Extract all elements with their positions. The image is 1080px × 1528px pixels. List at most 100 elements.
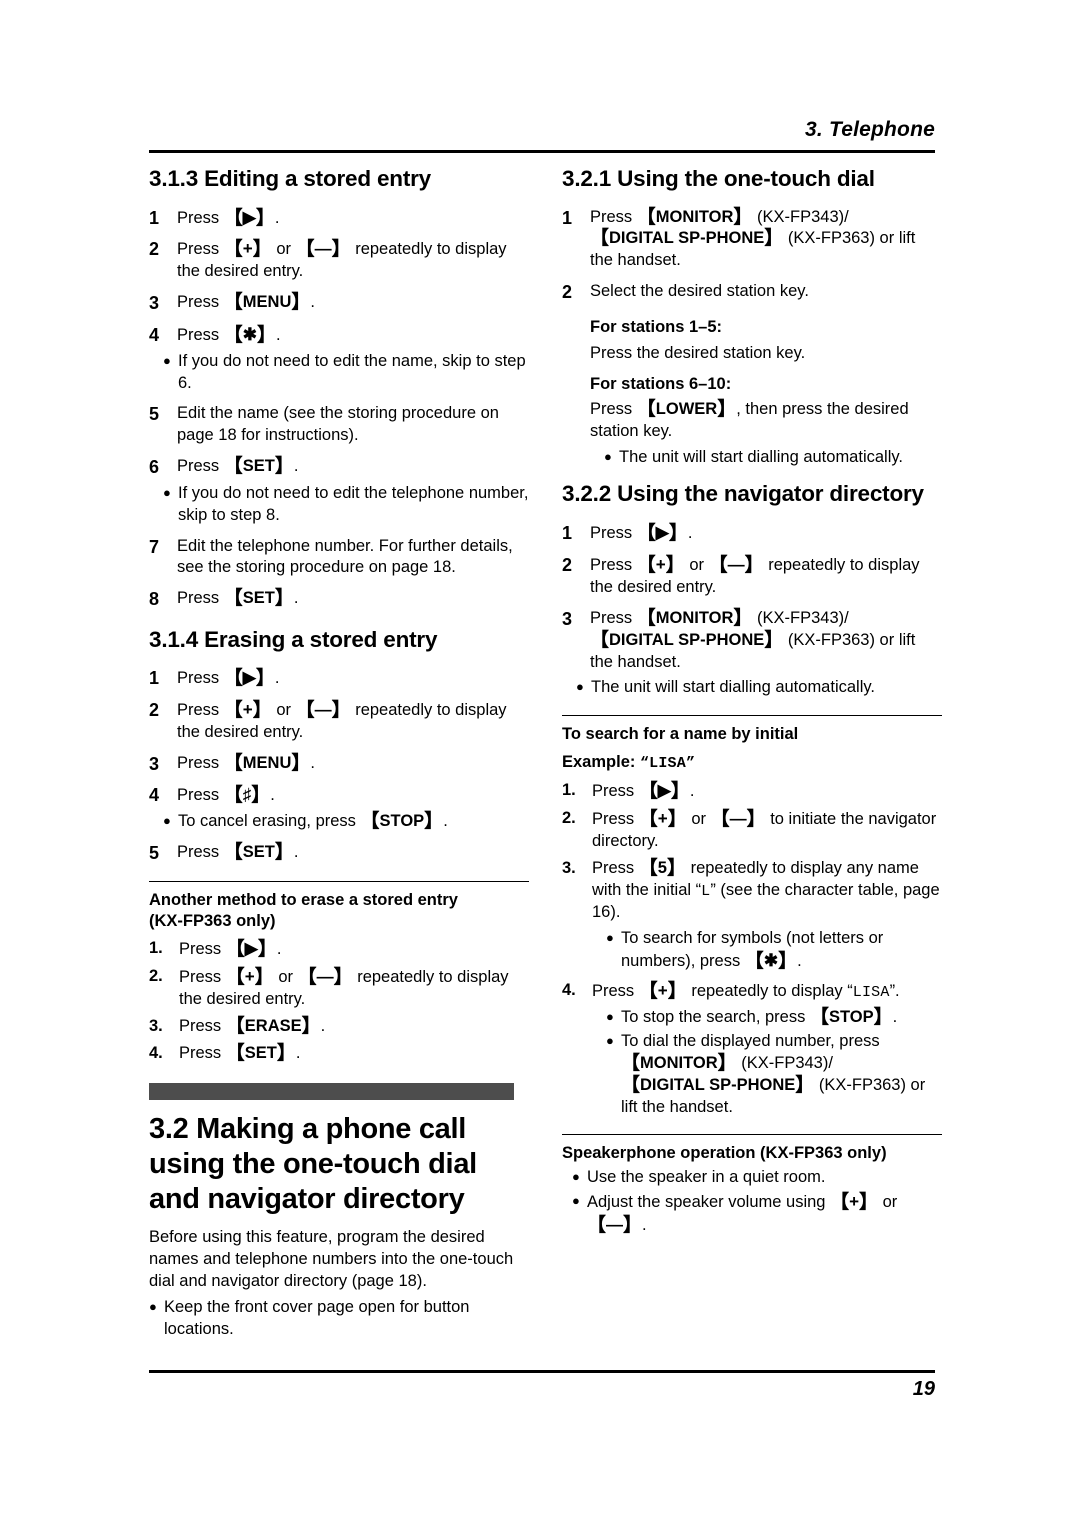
step-text: Press 【SET】. [177, 588, 299, 610]
step-number: 1 [149, 207, 160, 228]
note-example-search: Example: “LISA” [562, 752, 942, 774]
bullet-l313-4: ● If you do not need to edit the name, s… [163, 351, 529, 395]
step-text: Press 【5】 repeatedly to display any name… [592, 858, 940, 922]
step-number: 3 [149, 754, 160, 775]
step-l313-2: 2 Press 【+】 or 【—】 repeatedly to display… [149, 238, 529, 283]
step-number: 4. [562, 980, 576, 999]
bullet-dot: ● [604, 449, 612, 465]
step-r321-1: 1 Press 【MONITOR】 (KX-FP343)/【DIGITAL SP… [562, 207, 942, 273]
step-number: 8 [149, 589, 160, 610]
bullet-text: Use the speaker in a quiet room. [587, 1167, 826, 1186]
step-text: Press 【+】 or 【—】 repeatedly to display t… [590, 554, 920, 596]
right-column: 3.2.1 Using the one-touch dial 1 Press 【… [562, 166, 942, 1237]
step-number: 3 [149, 293, 160, 314]
bullet-speaker-volume: ● Adjust the speaker volume using 【+】 or… [572, 1191, 942, 1237]
step-text: Press 【MONITOR】 (KX-FP343)/【DIGITAL SP-P… [590, 607, 916, 671]
bullet-l314-4: ● To cancel erasing, press 【STOP】. [163, 811, 529, 833]
bullet-search-symbols: ● To search for symbols (not letters or … [606, 928, 942, 973]
step-l313-5: 5 Edit the name (see the storing procedu… [149, 403, 529, 447]
step-r322-3: 3 Press 【MONITOR】 (KX-FP343)/【DIGITAL SP… [562, 608, 942, 674]
step-l314-4: 4 Press 【♯】. [149, 784, 529, 807]
note-divider-speakerphone [562, 1134, 942, 1136]
heading-3-2-2: 3.2.2 Using the navigator directory [562, 481, 924, 507]
step-text: Press 【MENU】. [177, 753, 315, 775]
step-text: Press 【▶】. [590, 522, 693, 544]
step-number: 3. [562, 859, 576, 878]
section-3-2-intro: Before using this feature, program the d… [149, 1228, 514, 1291]
bullet-stop-search: ● To stop the search, press 【STOP】. [606, 1007, 942, 1029]
step-text: Press 【+】 or 【—】 to initiate the navigat… [592, 809, 937, 851]
note-title-line1: Another method to erase a stored entry [149, 890, 458, 909]
step-note-4: 4. Press 【SET】. [149, 1043, 529, 1065]
step-l313-1: 1 Press 【▶】. [149, 207, 529, 230]
step-number: 1 [562, 522, 573, 543]
step-number: 4 [149, 785, 160, 806]
step-number: 3. [149, 1017, 163, 1036]
step-number: 1. [562, 781, 576, 800]
step-text: Press 【+】 or 【—】 repeatedly to display t… [177, 700, 507, 742]
step-number: 2 [149, 239, 160, 260]
step-text: Press 【ERASE】. [179, 1016, 326, 1038]
note-title-search: To search for a name by initial [562, 725, 799, 744]
step-note-3: 3. Press 【ERASE】. [149, 1016, 529, 1038]
step-text: Press 【+】 or 【—】 repeatedly to display t… [177, 239, 507, 281]
step-text: Press 【SET】. [179, 1043, 301, 1065]
bullet-dot: ● [572, 1192, 580, 1208]
bullet-quiet-room: ● Use the speaker in a quiet room. [572, 1167, 942, 1189]
step-l313-8: 8 Press 【SET】. [149, 588, 529, 610]
step-number: 5 [149, 843, 160, 864]
bullet-text: If you do not need to edit the telephone… [178, 483, 529, 524]
step-number: 1 [562, 207, 573, 228]
bullet-dot: ● [576, 679, 584, 695]
page-number: 19 [912, 1378, 935, 1400]
bullet-text: Keep the front cover page open for butto… [164, 1298, 470, 1339]
step-note-1: 1. Press 【▶】. [149, 938, 529, 961]
step-l313-4: 4 Press 【✱】. [149, 324, 529, 347]
step-text: Press 【MENU】. [177, 292, 315, 314]
bullet-text: To search for symbols (not letters or nu… [621, 928, 884, 972]
bullet-dial-displayed: ● To dial the displayed number, press 【M… [606, 1031, 942, 1119]
example-label: Example: [562, 752, 640, 771]
step-text: Press 【+】 repeatedly to display “LISA”. [592, 980, 900, 1002]
heading-3-1-4: 3.1.4 Erasing a stored entry [149, 626, 438, 652]
step-number: 2 [149, 700, 160, 721]
manual-page: 3. Telephone 3.1.3 Editing a stored entr… [0, 0, 1080, 1528]
bullet-auto-dial-321: ● The unit will start dialling automatic… [604, 447, 942, 469]
stations-6-10-title: For stations 6–10: [590, 374, 942, 396]
step-number: 3 [562, 608, 573, 629]
step-number: 1 [149, 668, 160, 689]
bullet-text: The unit will start dialling automatical… [591, 678, 875, 697]
bullet-dot: ● [606, 1008, 614, 1024]
step-text: Press 【+】 or 【—】 repeatedly to display t… [179, 967, 509, 1009]
bullet-text: To stop the search, press 【STOP】. [621, 1006, 898, 1028]
step-search-2: 2. Press 【+】 or 【—】 to initiate the navi… [562, 808, 942, 853]
step-number: 2. [149, 967, 163, 986]
example-value: “LISA” [639, 754, 696, 772]
bullet-dot: ● [163, 484, 171, 500]
step-r321-2: 2 Select the desired station key. [562, 281, 942, 303]
step-text: Press 【✱】. [177, 324, 281, 346]
step-text: Press 【SET】. [177, 456, 299, 478]
step-number: 4. [149, 1044, 163, 1063]
running-header: 3. Telephone [149, 118, 935, 142]
note-divider-another-method [149, 880, 529, 882]
note-divider-search [562, 715, 942, 717]
bullet-text: Adjust the speaker volume using 【+】 or 【… [587, 1191, 898, 1236]
step-number: 4 [149, 324, 160, 345]
step-number: 2 [562, 554, 573, 575]
step-number: 2 [562, 282, 573, 303]
bullet-dot: ● [572, 1168, 580, 1184]
bullet-dot: ● [606, 929, 614, 945]
stations-6-10-text: Press 【LOWER】, then press the desired st… [590, 399, 909, 441]
step-text: Press 【▶】. [179, 939, 282, 961]
step-text: Select the desired station key. [590, 282, 809, 301]
step-r322-2: 2 Press 【+】 or 【—】 repeatedly to display… [562, 554, 942, 599]
step-l314-1: 1 Press 【▶】. [149, 667, 529, 690]
step-r322-1: 1 Press 【▶】. [562, 522, 942, 545]
stations-6-10-label: For stations 6–10: [590, 374, 732, 393]
step-text: Press 【▶】. [177, 668, 280, 690]
step-number: 7 [149, 536, 160, 557]
section-bar [149, 1083, 514, 1101]
step-l313-6: 6 Press 【SET】. [149, 456, 529, 478]
note-title-another-method: Another method to erase a stored entry (… [149, 890, 529, 933]
